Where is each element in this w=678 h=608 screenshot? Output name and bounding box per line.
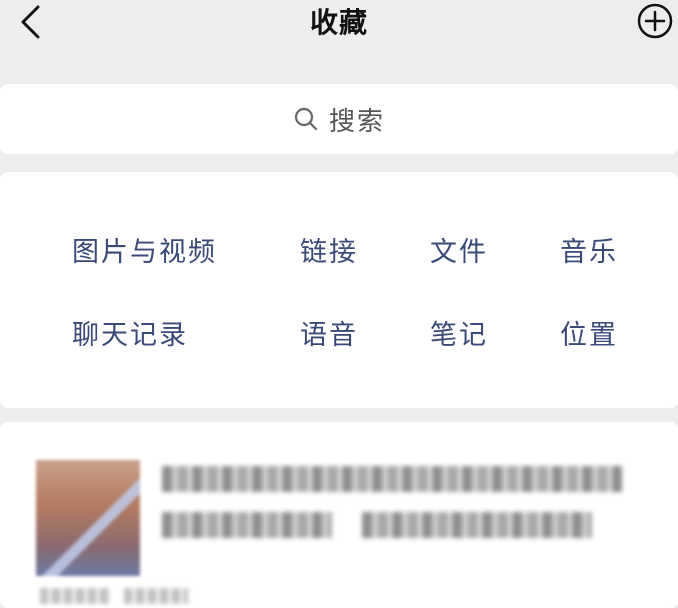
search-icon	[293, 106, 319, 132]
search-bar[interactable]: 搜索	[0, 84, 678, 154]
category-music[interactable]: 音乐	[560, 230, 618, 269]
favorite-thumbnail[interactable]	[36, 460, 140, 576]
blurred-title-line	[362, 512, 592, 538]
blurred-meta	[124, 588, 188, 604]
navigation-bar: 收藏	[0, 0, 678, 76]
favorite-item-card[interactable]	[0, 422, 678, 608]
page-title: 收藏	[309, 6, 368, 39]
category-voice[interactable]: 语音	[300, 313, 358, 352]
category-notes[interactable]: 笔记	[430, 313, 488, 352]
category-files[interactable]: 文件	[430, 230, 488, 269]
blurred-title-line	[162, 512, 332, 538]
search-placeholder: 搜索	[328, 106, 385, 137]
category-location[interactable]: 位置	[560, 313, 618, 352]
category-photos-videos[interactable]: 图片与视频	[72, 230, 217, 269]
blurred-title-line	[162, 466, 622, 492]
category-chat-history[interactable]: 聊天记录	[72, 313, 188, 352]
blurred-meta	[40, 588, 110, 604]
plus-circle-icon	[637, 3, 673, 43]
category-links[interactable]: 链接	[300, 230, 358, 269]
add-button[interactable]	[636, 3, 674, 43]
search-content: 搜索	[293, 101, 385, 138]
category-panel: 图片与视频 链接 文件 音乐 聊天记录 语音 笔记 位置	[0, 172, 678, 408]
